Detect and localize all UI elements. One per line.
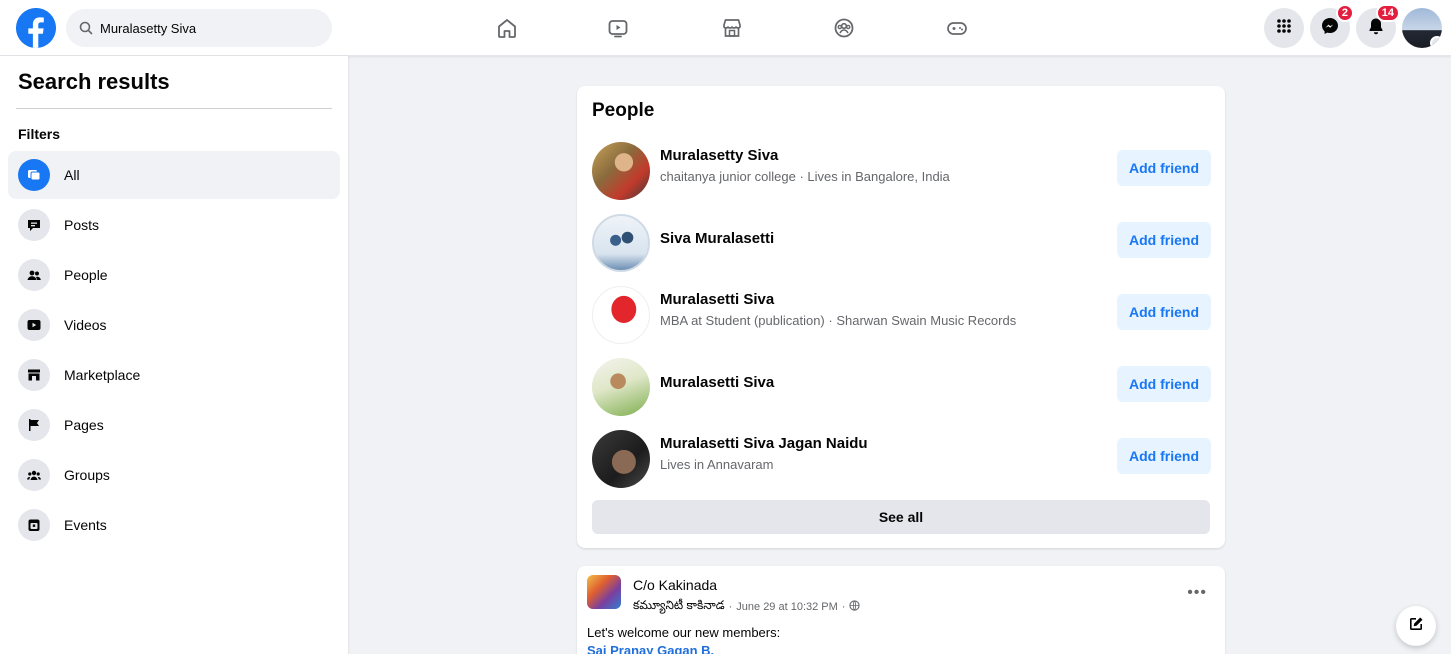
posts-icon (18, 209, 50, 241)
filter-people[interactable]: People (8, 251, 340, 299)
person-subtitle: chaitanya junior college · Lives in Bang… (660, 169, 950, 184)
section-title: People (592, 100, 655, 121)
person-result[interactable]: Muralasetti Siva Add friend (577, 352, 1225, 424)
person-name[interactable]: Siva Muralasetti (660, 230, 774, 247)
filter-posts[interactable]: Posts (8, 201, 340, 249)
member-mention-link[interactable]: Sai Pranay Gagan B. (587, 643, 714, 654)
separator: · (841, 600, 846, 613)
facebook-logo-icon[interactable] (16, 8, 56, 48)
account-avatar[interactable] (1402, 8, 1442, 48)
events-icon (18, 509, 50, 541)
gaming-icon[interactable] (942, 13, 972, 43)
post-author[interactable]: కమ్యూనిటీ కాకినాడ (633, 598, 725, 615)
notifications-badge: 14 (1375, 4, 1400, 22)
filter-pages[interactable]: Pages (8, 401, 340, 449)
filter-groups[interactable]: Groups (8, 451, 340, 499)
group-post-card: C/o Kakinada కమ్యూనిటీ కాకినాడ · June 29… (577, 566, 1225, 654)
post-body: Let's welcome our new members: (587, 625, 781, 640)
marketplace-icon (18, 359, 50, 391)
profile-picture[interactable] (592, 358, 650, 416)
person-name[interactable]: Muralasetty Siva (660, 147, 778, 164)
more-options-icon[interactable]: ••• (1187, 584, 1207, 602)
person-result[interactable]: Muralasetti Siva Jagan Naidu Lives in An… (577, 424, 1225, 496)
person-result[interactable]: Muralasetty Siva chaitanya junior colleg… (577, 136, 1225, 208)
search-filters-sidebar: Search results Filters All Posts People … (0, 56, 348, 654)
profile-picture[interactable] (592, 142, 650, 200)
filter-label: Posts (64, 217, 100, 233)
filter-label: Marketplace (64, 367, 141, 383)
messenger-badge: 2 (1335, 4, 1354, 22)
person-name[interactable]: Muralasetti Siva (660, 374, 774, 391)
pages-icon (18, 409, 50, 441)
filter-label: People (64, 267, 108, 283)
filter-label: Groups (64, 467, 110, 483)
people-results-card: People Muralasetty Siva chaitanya junior… (577, 86, 1225, 548)
top-navigation-bar: 2 14 (0, 0, 1451, 56)
filter-marketplace[interactable]: Marketplace (8, 351, 340, 399)
profile-picture[interactable] (592, 214, 650, 272)
messenger-icon (1320, 16, 1340, 41)
see-all-button[interactable]: See all (592, 500, 1210, 534)
filters-label: Filters (18, 126, 61, 142)
filter-label: Events (64, 517, 107, 533)
messenger-button[interactable]: 2 (1310, 4, 1354, 48)
grid-menu-icon (1274, 16, 1294, 41)
filter-label: Videos (64, 317, 107, 333)
groups-icon[interactable] (829, 13, 859, 43)
page-title: Search results (18, 69, 170, 94)
add-friend-button[interactable]: Add friend (1117, 222, 1211, 258)
post-meta: కమ్యూనిటీ కాకినాడ · June 29 at 10:32 PM … (633, 598, 861, 615)
person-subtitle: MBA at Student (publication) · Sharwan S… (660, 313, 1017, 328)
watch-icon[interactable] (603, 13, 633, 43)
post-timestamp[interactable]: June 29 at 10:32 PM (736, 601, 838, 613)
add-friend-button[interactable]: Add friend (1117, 294, 1211, 330)
separator: · (728, 600, 733, 613)
filter-events[interactable]: Events (8, 501, 340, 549)
filter-label: Pages (64, 417, 104, 433)
person-name[interactable]: Muralasetti Siva (660, 291, 774, 308)
profile-picture[interactable] (592, 430, 650, 488)
compose-icon (1407, 615, 1425, 638)
marketplace-icon[interactable] (717, 13, 747, 43)
person-result[interactable]: Muralasetti Siva MBA at Student (publica… (577, 280, 1225, 352)
filter-label: All (64, 167, 80, 183)
search-icon (78, 20, 94, 36)
add-friend-button[interactable]: Add friend (1117, 366, 1211, 402)
group-name[interactable]: C/o Kakinada (633, 577, 717, 593)
search-box[interactable] (66, 9, 332, 47)
menu-button[interactable] (1264, 8, 1304, 48)
add-friend-button[interactable]: Add friend (1117, 150, 1211, 186)
home-icon[interactable] (492, 13, 522, 43)
person-subtitle: Lives in Annavaram (660, 457, 774, 472)
filter-all[interactable]: All (8, 151, 340, 199)
add-friend-button[interactable]: Add friend (1117, 438, 1211, 474)
group-picture[interactable] (587, 575, 621, 609)
groups-icon (18, 459, 50, 491)
videos-icon (18, 309, 50, 341)
person-result[interactable]: Siva Muralasetti Add friend (577, 208, 1225, 280)
chevron-down-icon (1430, 36, 1442, 48)
notifications-button[interactable]: 14 (1356, 4, 1400, 48)
people-icon (18, 259, 50, 291)
divider (16, 108, 332, 109)
search-input[interactable] (100, 20, 320, 36)
new-message-button[interactable] (1396, 606, 1436, 646)
all-results-icon (18, 159, 50, 191)
profile-picture[interactable] (592, 286, 650, 344)
filter-videos[interactable]: Videos (8, 301, 340, 349)
person-name[interactable]: Muralasetti Siva Jagan Naidu (660, 435, 868, 452)
globe-icon (849, 599, 861, 614)
